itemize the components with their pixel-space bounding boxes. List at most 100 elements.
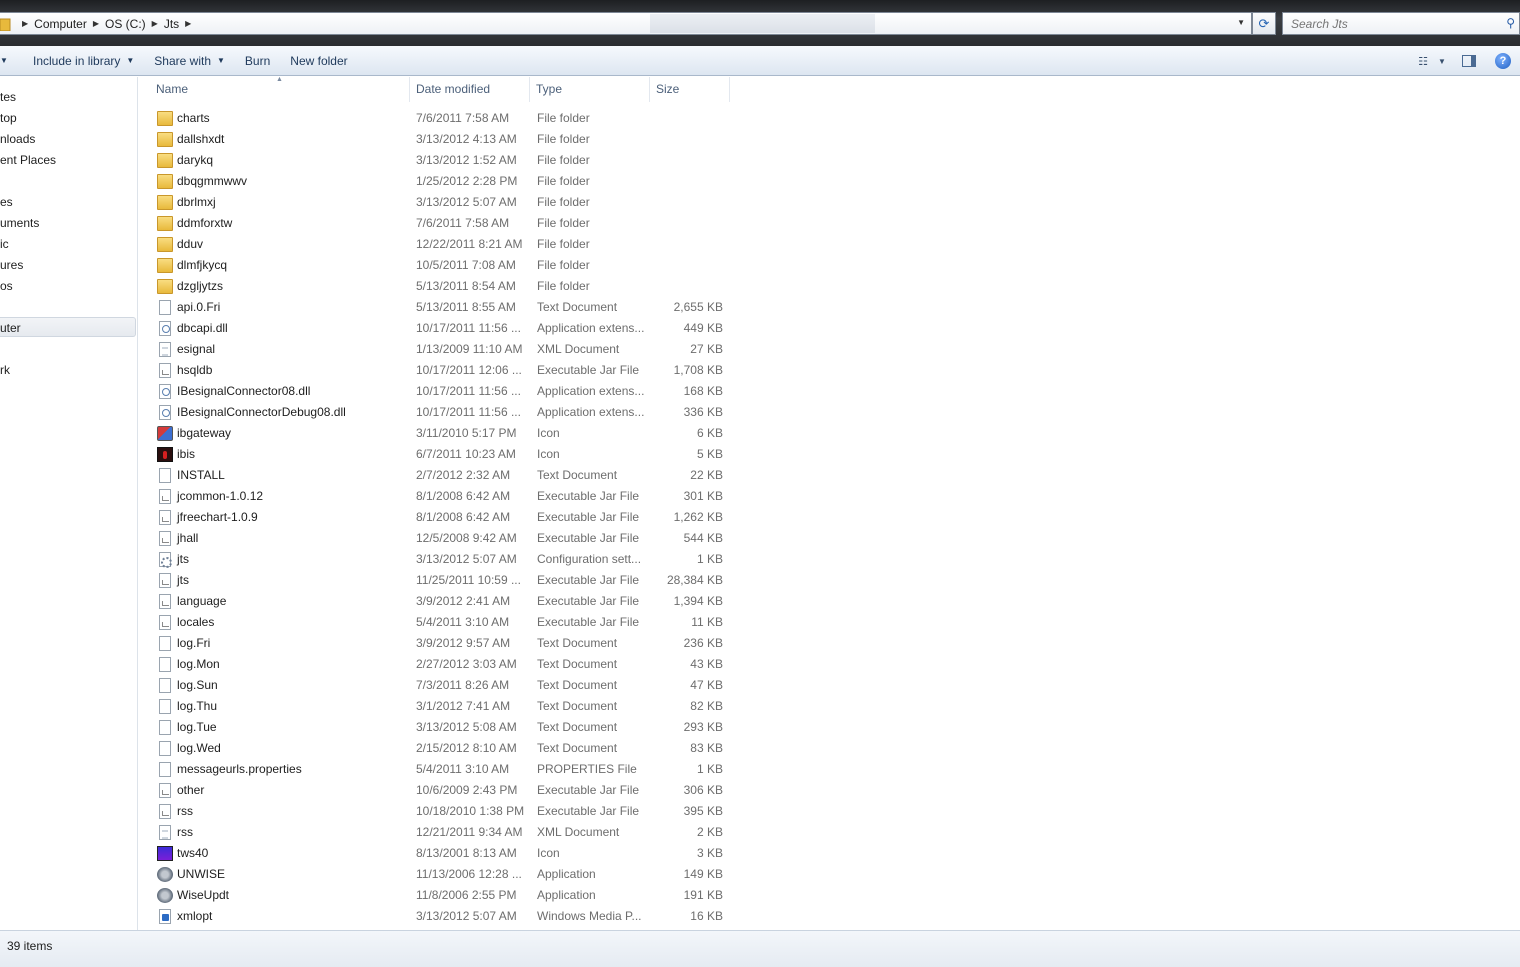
file-row[interactable]: log.Fri 3/9/2012 9:57 AM Text Document 236 … — [150, 633, 740, 654]
file-row[interactable]: messageurls.properties 5/4/2011 3:10 AM PR… — [150, 759, 740, 780]
file-row[interactable]: ddmforxtw 7/6/2011 7:58 AM File folder — [150, 213, 740, 234]
chevron-right-icon[interactable]: ▶ — [152, 19, 158, 28]
jar-file-icon — [159, 804, 171, 819]
file-row[interactable]: log.Tue 3/13/2012 5:08 AM Text Document 293… — [150, 717, 740, 738]
help-button[interactable]: ? — [1486, 50, 1520, 72]
file-type: Text Document — [537, 657, 618, 671]
column-header-type[interactable]: Type — [530, 77, 650, 102]
nav-item-desktop[interactable]: top — [0, 108, 17, 128]
nav-item-pictures[interactable]: ures — [0, 255, 23, 275]
file-row[interactable]: UNWISE 11/13/2006 12:28 ... Application 149… — [150, 864, 740, 885]
file-name: language — [177, 594, 227, 608]
search-input[interactable] — [1291, 16, 1491, 31]
chevron-down-icon: ▼ — [1437, 56, 1446, 66]
chevron-down-icon[interactable]: ▼ — [1237, 18, 1245, 27]
jar-file-icon — [159, 573, 171, 588]
jar-file-icon — [159, 363, 171, 378]
nav-item-documents[interactable]: uments — [0, 213, 39, 233]
nav-item-music[interactable]: ic — [0, 234, 9, 254]
file-row[interactable]: language 3/9/2012 2:41 AM Executable Jar F… — [150, 591, 740, 612]
file-row[interactable]: dzgljytzs 5/13/2011 8:54 AM File folder — [150, 276, 740, 297]
file-type: Text Document — [537, 468, 618, 482]
file-row[interactable]: dbqgmmwwv 1/25/2012 2:28 PM File folder — [150, 171, 740, 192]
file-row[interactable]: api.0.Fri 5/13/2011 8:55 AM Text Document 2… — [150, 297, 740, 318]
nav-item-libraries[interactable]: es — [0, 192, 13, 212]
nav-item-computer[interactable]: uter — [0, 317, 136, 337]
file-date-modified: 8/1/2008 6:42 AM — [416, 489, 511, 503]
file-date-modified: 10/17/2011 11:56 ... — [416, 384, 521, 398]
file-name: log.Tue — [177, 720, 217, 734]
file-row[interactable]: esignal 1/13/2009 11:10 AM XML Document 27 … — [150, 339, 740, 360]
chevron-right-icon[interactable]: ▶ — [93, 19, 99, 28]
file-row[interactable]: jts 3/13/2012 5:07 AM Configuration sett..… — [150, 549, 740, 570]
column-header-size[interactable]: Size — [650, 77, 730, 102]
file-row[interactable]: IBesignalConnectorDebug08.dll 10/17/2011 … — [150, 402, 740, 423]
nav-item-network[interactable]: rk — [0, 360, 10, 380]
include-in-library-button[interactable]: Include in library ▼ — [23, 50, 144, 72]
file-type: Windows Media P... — [537, 909, 642, 923]
file-name: INSTALL — [177, 468, 225, 482]
chevron-right-icon[interactable]: ▶ — [185, 19, 191, 28]
file-row[interactable]: dallshxdt 3/13/2012 4:13 AM File folder — [150, 129, 740, 150]
file-date-modified: 10/18/2010 1:38 PM — [416, 804, 525, 818]
file-name: api.0.Fri — [177, 300, 221, 314]
column-header-name[interactable]: Name — [150, 77, 410, 102]
file-name: dbqgmmwwv — [177, 174, 248, 188]
file-row[interactable]: locales 5/4/2011 3:10 AM Executable Jar Fi… — [150, 612, 740, 633]
file-name: jts — [177, 552, 189, 566]
search-icon[interactable]: ⚲ — [1506, 16, 1515, 30]
burn-button[interactable]: Burn — [235, 50, 280, 72]
chevron-down-icon[interactable]: ▼ — [0, 50, 8, 72]
file-row[interactable]: rss 10/18/2010 1:38 PM Executable Jar File… — [150, 801, 740, 822]
chevron-right-icon[interactable]: ▶ — [22, 19, 28, 28]
file-row[interactable]: darykq 3/13/2012 1:52 AM File folder — [150, 150, 740, 171]
refresh-button[interactable]: ⟳ — [1252, 12, 1276, 35]
preview-pane-button[interactable] — [1452, 50, 1486, 72]
file-row[interactable]: dbcapi.dll 10/17/2011 11:56 ... Applicatio… — [150, 318, 740, 339]
nav-item-favorites[interactable]: tes — [0, 87, 16, 107]
file-row[interactable]: log.Wed 2/15/2012 8:10 AM Text Document 83 … — [150, 738, 740, 759]
file-row[interactable]: other 10/6/2009 2:43 PM Executable Jar Fil… — [150, 780, 740, 801]
nav-item-recent-places[interactable]: ent Places — [0, 150, 56, 170]
text-document-icon — [159, 657, 171, 672]
file-row[interactable]: dlmfjkycq 10/5/2011 7:08 AM File folder — [150, 255, 740, 276]
file-row[interactable]: hsqldb 10/17/2011 12:06 ... Executable Jar… — [150, 360, 740, 381]
file-row[interactable]: tws40 8/13/2001 8:13 AM Icon 3 KB — [150, 843, 740, 864]
file-row[interactable]: IBesignalConnector08.dll 10/17/2011 11:56… — [150, 381, 740, 402]
file-row[interactable]: ibgateway 3/11/2010 5:17 PM Icon 6 KB — [150, 423, 740, 444]
text-document-icon — [159, 636, 171, 651]
file-row[interactable]: log.Sun 7/3/2011 8:26 AM Text Document 47 K… — [150, 675, 740, 696]
file-row[interactable]: charts 7/6/2011 7:58 AM File folder — [150, 108, 740, 129]
file-row[interactable]: jts 11/25/2011 10:59 ... Executable Jar Fi… — [150, 570, 740, 591]
file-size: 1,262 KB — [673, 510, 723, 524]
column-header-date-modified[interactable]: Date modified — [410, 77, 530, 102]
nav-item-videos[interactable]: os — [0, 276, 13, 296]
file-size: 449 KB — [683, 321, 723, 335]
file-row[interactable]: xmlopt 3/13/2012 5:07 AM Windows Media P..… — [150, 906, 740, 927]
file-row[interactable]: log.Thu 3/1/2012 7:41 AM Text Document 82 K… — [150, 696, 740, 717]
change-view-button[interactable]: ☷ ▼ — [1412, 50, 1452, 72]
breadcrumb-jts[interactable]: Jts — [164, 17, 179, 31]
file-row[interactable]: log.Mon 2/27/2012 3:03 AM Text Document 43 … — [150, 654, 740, 675]
file-row[interactable]: dduv 12/22/2011 8:21 AM File folder — [150, 234, 740, 255]
nav-item-downloads[interactable]: nloads — [0, 129, 35, 149]
file-size: 16 KB — [690, 909, 723, 923]
file-row[interactable]: jcommon-1.0.12 8/1/2008 6:42 AM Executable… — [150, 486, 740, 507]
folder-icon — [157, 237, 173, 252]
file-date-modified: 3/13/2012 4:13 AM — [416, 132, 517, 146]
breadcrumb-os-c[interactable]: OS (C:) — [105, 17, 146, 31]
file-row[interactable]: jfreechart-1.0.9 8/1/2008 6:42 AM Executab… — [150, 507, 740, 528]
file-row[interactable]: INSTALL 2/7/2012 2:32 AM Text Document 22 K… — [150, 465, 740, 486]
file-row[interactable]: WiseUpdt 11/8/2006 2:55 PM Application 191 … — [150, 885, 740, 906]
file-row[interactable]: jhall 12/5/2008 9:42 AM Executable Jar Fil… — [150, 528, 740, 549]
new-folder-button[interactable]: New folder — [280, 50, 357, 72]
file-row[interactable]: ibis 6/7/2011 10:23 AM Icon 5 KB — [150, 444, 740, 465]
share-with-button[interactable]: Share with ▼ — [144, 50, 235, 72]
file-row[interactable]: rss 12/21/2011 9:34 AM XML Document 2 KB — [150, 822, 740, 843]
address-bar[interactable]: ▶ Computer ▶ OS (C:) ▶ Jts ▶ ▼ — [0, 12, 1252, 35]
file-row[interactable]: dbrlmxj 3/13/2012 5:07 AM File folder — [150, 192, 740, 213]
jar-file-icon — [159, 510, 171, 525]
breadcrumb-computer[interactable]: Computer — [34, 17, 87, 31]
search-box[interactable]: ⚲ — [1282, 12, 1520, 35]
file-name: other — [177, 783, 205, 797]
